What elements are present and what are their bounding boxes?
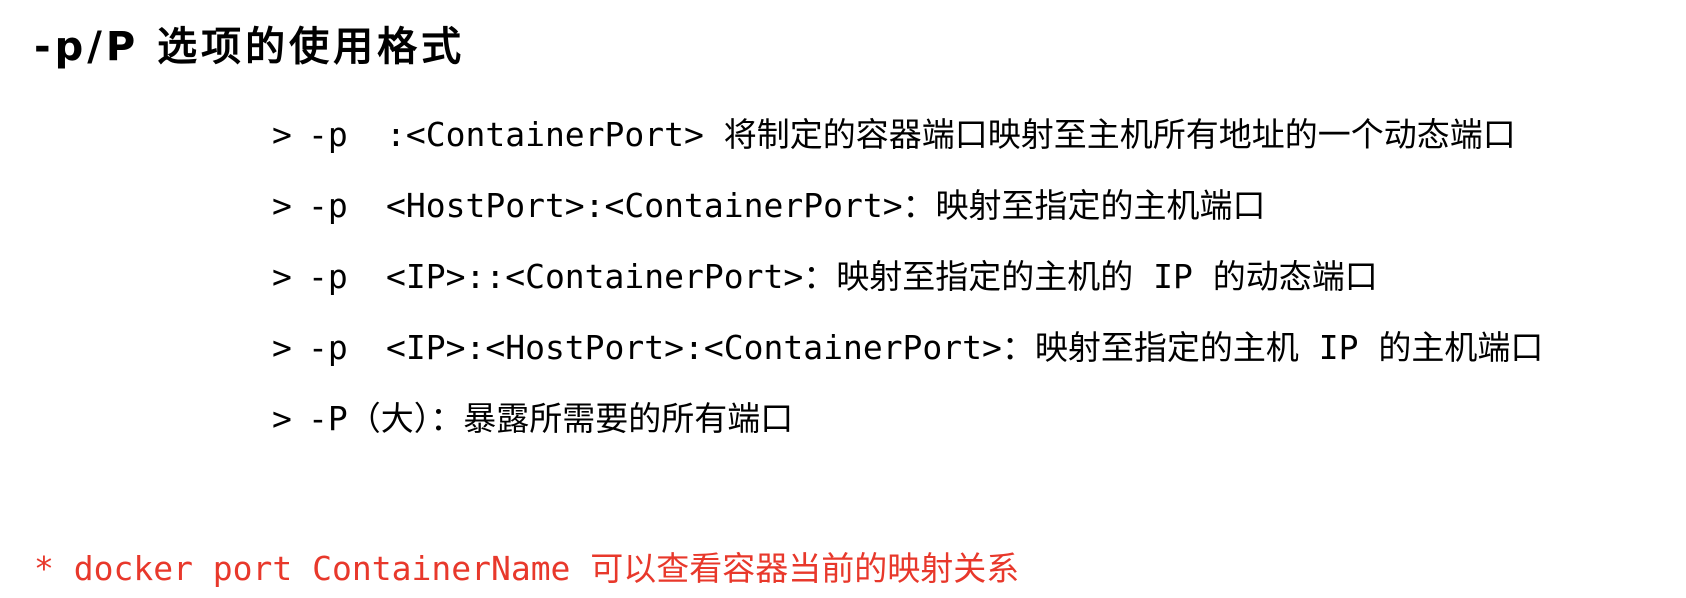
- list-item: > -p <HostPort>:<ContainerPort>：映射至指定的主机…: [272, 179, 1543, 250]
- chevron-right-icon: >: [272, 399, 292, 438]
- list-item: > -p <IP>:<HostPort>:<ContainerPort>：映射至…: [272, 321, 1543, 392]
- chevron-right-icon: >: [272, 328, 292, 367]
- option-description: :<ContainerPort> 将制定的容器端口映射至主机所有地址的一个动态端…: [386, 115, 1516, 154]
- option-description: （大）：暴露所需要的所有端口: [347, 399, 794, 438]
- option-flag: -p: [308, 328, 348, 367]
- option-flag: -p: [308, 257, 348, 296]
- option-list: > -p :<ContainerPort> 将制定的容器端口映射至主机所有地址的…: [272, 108, 1543, 463]
- list-item: > -p <IP>::<ContainerPort>：映射至指定的主机的 IP …: [272, 250, 1543, 321]
- chevron-right-icon: >: [272, 186, 292, 225]
- page-title: -p/P 选项的使用格式: [34, 24, 466, 70]
- chevron-right-icon: >: [272, 257, 292, 296]
- list-item: > -P （大）：暴露所需要的所有端口: [272, 392, 1543, 463]
- footnote: * docker port ContainerName 可以查看容器当前的映射关…: [34, 549, 1020, 588]
- option-flag: -p: [308, 115, 348, 154]
- list-item: > -p :<ContainerPort> 将制定的容器端口映射至主机所有地址的…: [272, 108, 1543, 179]
- chevron-right-icon: >: [272, 115, 292, 154]
- option-flag: -p: [308, 186, 348, 225]
- option-flag: -P: [308, 399, 348, 438]
- option-description: <IP>::<ContainerPort>：映射至指定的主机的 IP 的动态端口: [386, 257, 1378, 296]
- option-description: <IP>:<HostPort>:<ContainerPort>：映射至指定的主机…: [386, 328, 1544, 367]
- option-description: <HostPort>:<ContainerPort>：映射至指定的主机端口: [386, 186, 1266, 225]
